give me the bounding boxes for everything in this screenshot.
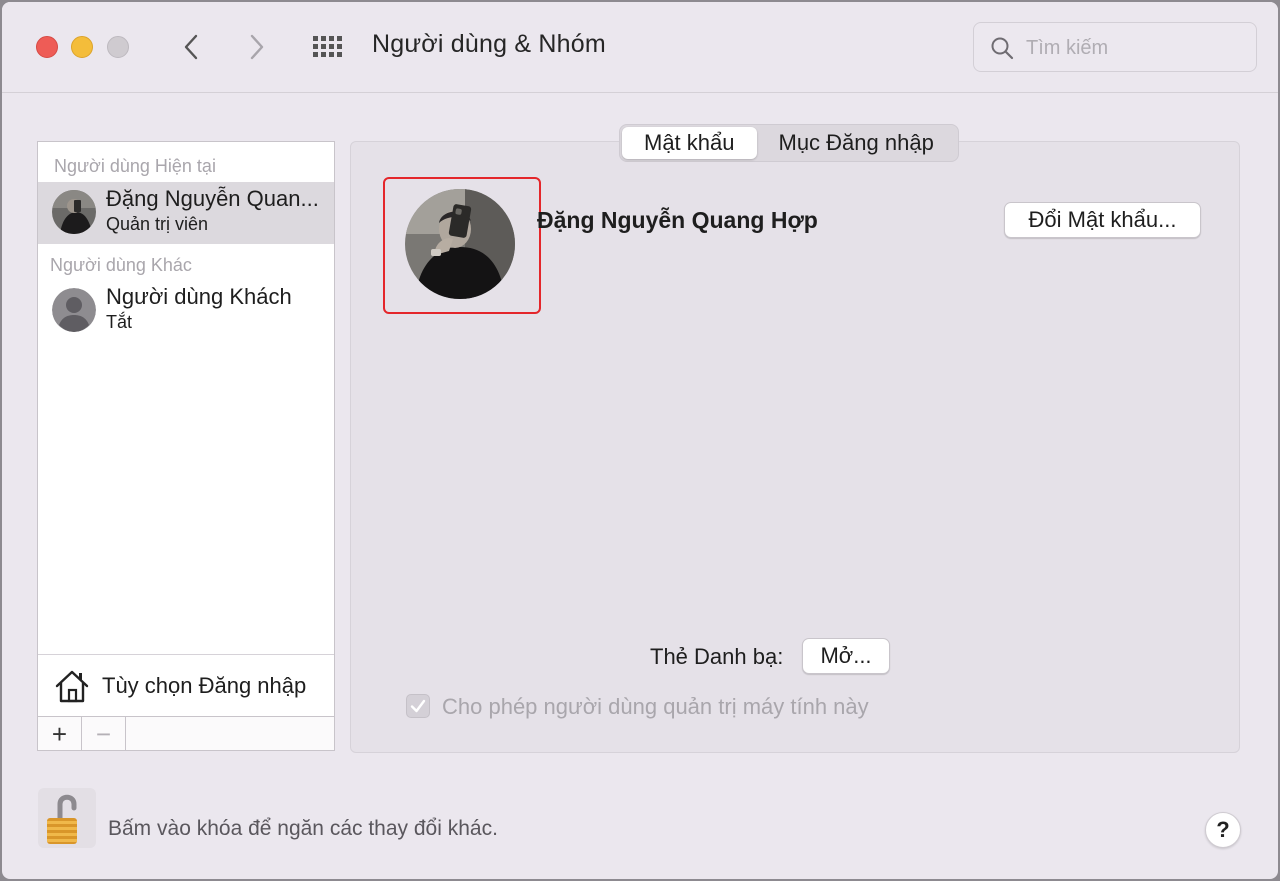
user-row-guest[interactable]: Người dùng Khách Tắt — [38, 280, 334, 342]
grid-icon — [313, 36, 342, 57]
search-input[interactable] — [1026, 33, 1246, 63]
back-button[interactable] — [176, 32, 206, 62]
sidebar-toolbar: + − — [38, 716, 334, 751]
lock-hint-label: Bấm vào khóa để ngăn các thay đổi khác. — [108, 817, 498, 840]
contact-card-label: Thẻ Danh bạ: — [650, 644, 784, 669]
user-avatar — [52, 190, 96, 234]
login-options-item[interactable]: Tùy chọn Đăng nhập — [38, 654, 334, 716]
tab-password[interactable]: Mật khẩu — [622, 127, 757, 159]
admin-checkbox[interactable] — [406, 694, 430, 718]
user-row-current[interactable]: Đặng Nguyễn Quan... Quản trị viên — [38, 182, 334, 244]
change-password-button[interactable]: Đổi Mật khẩu... — [1004, 202, 1201, 238]
other-users-header: Người dùng Khác — [50, 255, 192, 275]
user-name: Đặng Nguyễn Quan... — [106, 186, 319, 211]
guest-status: Tắt — [106, 312, 133, 332]
add-user-button[interactable]: + — [38, 717, 82, 751]
help-button[interactable]: ? — [1205, 812, 1241, 848]
avatar-highlight — [383, 177, 541, 314]
users-sidebar: Người dùng Hiện tại Đặng Nguyễn Quan... … — [37, 141, 335, 751]
user-full-name: Đặng Nguyễn Quang Hợp — [537, 207, 818, 233]
remove-user-button[interactable]: − — [82, 717, 126, 751]
admin-checkbox-label: Cho phép người dùng quản trị máy tính nà… — [442, 694, 869, 719]
titlebar: Người dùng & Nhóm — [2, 2, 1278, 93]
preferences-window: Người dùng & Nhóm Người dùng Hiện tại Đặ… — [2, 2, 1278, 879]
close-button[interactable] — [36, 36, 58, 58]
minimize-button[interactable] — [71, 36, 93, 58]
search-field[interactable] — [973, 22, 1257, 72]
chevron-left-icon — [184, 34, 198, 60]
lock-button[interactable] — [38, 788, 96, 848]
forward-button[interactable] — [242, 32, 272, 62]
house-icon — [54, 669, 90, 708]
checkmark-icon — [410, 699, 426, 713]
current-users-header: Người dùng Hiện tại — [54, 156, 216, 176]
tab-login-items[interactable]: Mục Đăng nhập — [757, 127, 956, 159]
open-contact-button[interactable]: Mở... — [802, 638, 890, 674]
show-all-button[interactable] — [310, 32, 346, 62]
unlocked-padlock-icon — [38, 788, 96, 848]
search-icon — [990, 36, 1014, 65]
guest-avatar-icon — [52, 288, 96, 332]
guest-name: Người dùng Khách — [106, 284, 292, 309]
login-options-label: Tùy chọn Đăng nhập — [102, 673, 307, 698]
zoom-button[interactable] — [107, 36, 129, 58]
chevron-right-icon — [250, 34, 264, 60]
window-title: Người dùng & Nhóm — [372, 30, 606, 58]
tab-bar: Mật khẩu Mục Đăng nhập — [619, 124, 959, 162]
user-role: Quản trị viên — [106, 214, 209, 234]
